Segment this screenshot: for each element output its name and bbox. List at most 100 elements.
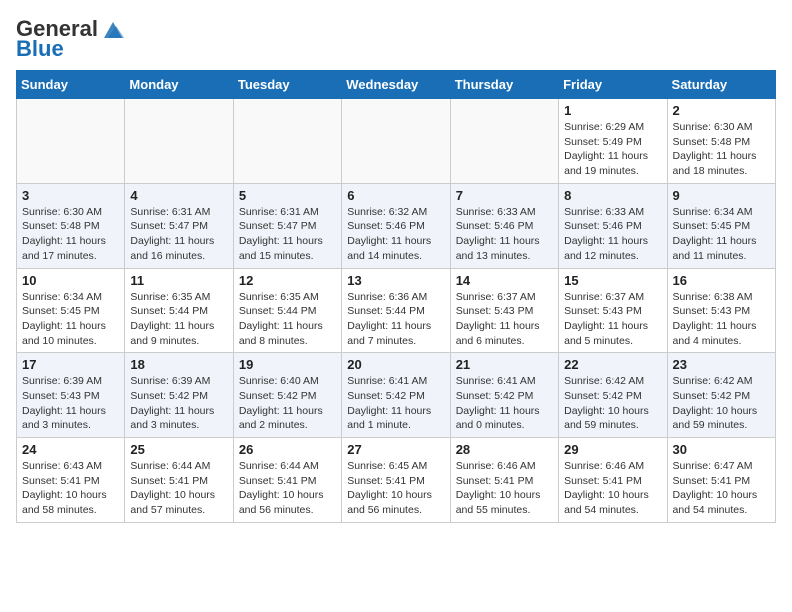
day-info: Sunrise: 6:33 AMSunset: 5:46 PMDaylight:… [456,205,553,264]
day-header-sunday: Sunday [17,71,125,99]
calendar-week-row: 17 Sunrise: 6:39 AMSunset: 5:43 PMDayligh… [17,353,776,438]
day-info: Sunrise: 6:36 AMSunset: 5:44 PMDaylight:… [347,290,444,349]
day-number: 8 [564,188,661,203]
calendar-cell: 2 Sunrise: 6:30 AMSunset: 5:48 PMDaylight… [667,99,775,184]
day-info: Sunrise: 6:34 AMSunset: 5:45 PMDaylight:… [673,205,770,264]
calendar-cell: 28Sunrise: 6:46 AMSunset: 5:41 PMDayligh… [450,438,558,523]
calendar-cell [450,99,558,184]
day-number: 1 [564,103,661,118]
calendar-cell: 6 Sunrise: 6:32 AMSunset: 5:46 PMDaylight… [342,183,450,268]
calendar-cell: 15Sunrise: 6:37 AMSunset: 5:43 PMDayligh… [559,268,667,353]
calendar-cell: 20 Sunrise: 6:41 AMSunset: 5:42 PMDayligh… [342,353,450,438]
calendar-cell: 30 Sunrise: 6:47 AMSunset: 5:41 PMDayligh… [667,438,775,523]
day-number: 10 [22,273,119,288]
day-info: Sunrise: 6:29 AMSunset: 5:49 PMDaylight:… [564,120,661,179]
day-info: Sunrise: 6:47 AMSunset: 5:41 PMDaylight:… [673,459,770,518]
logo-blue-text: Blue [16,36,64,62]
calendar-cell: 23 Sunrise: 6:42 AMSunset: 5:42 PMDayligh… [667,353,775,438]
day-number: 18 [130,357,227,372]
day-number: 4 [130,188,227,203]
day-number: 16 [673,273,770,288]
day-info: Sunrise: 6:33 AMSunset: 5:46 PMDaylight:… [564,205,661,264]
day-number: 21 [456,357,553,372]
day-header-monday: Monday [125,71,233,99]
day-info: Sunrise: 6:43 AMSunset: 5:41 PMDaylight:… [22,459,119,518]
day-info: Sunrise: 6:41 AMSunset: 5:42 PMDaylight:… [347,374,444,433]
calendar-cell: 8 Sunrise: 6:33 AMSunset: 5:46 PMDaylight… [559,183,667,268]
day-number: 13 [347,273,444,288]
calendar-cell: 25Sunrise: 6:44 AMSunset: 5:41 PMDayligh… [125,438,233,523]
day-info: Sunrise: 6:44 AMSunset: 5:41 PMDaylight:… [239,459,336,518]
calendar-cell: 4Sunrise: 6:31 AMSunset: 5:47 PMDaylight… [125,183,233,268]
logo-icon [102,20,124,40]
day-number: 25 [130,442,227,457]
day-header-wednesday: Wednesday [342,71,450,99]
calendar-cell: 1 Sunrise: 6:29 AMSunset: 5:49 PMDaylight… [559,99,667,184]
day-number: 23 [673,357,770,372]
logo: General Blue [16,16,124,62]
day-number: 20 [347,357,444,372]
calendar-cell [17,99,125,184]
day-header-thursday: Thursday [450,71,558,99]
calendar-cell: 13 Sunrise: 6:36 AMSunset: 5:44 PMDayligh… [342,268,450,353]
calendar-week-row: 3 Sunrise: 6:30 AMSunset: 5:48 PMDaylight… [17,183,776,268]
calendar-header-row: SundayMondayTuesdayWednesdayThursdayFrid… [17,71,776,99]
calendar-week-row: 10 Sunrise: 6:34 AMSunset: 5:45 PMDayligh… [17,268,776,353]
day-info: Sunrise: 6:30 AMSunset: 5:48 PMDaylight:… [22,205,119,264]
day-header-saturday: Saturday [667,71,775,99]
day-number: 7 [456,188,553,203]
day-number: 22 [564,357,661,372]
day-number: 14 [456,273,553,288]
day-number: 12 [239,273,336,288]
day-number: 24 [22,442,119,457]
calendar-cell: 27 Sunrise: 6:45 AMSunset: 5:41 PMDayligh… [342,438,450,523]
calendar-cell [125,99,233,184]
calendar-cell: 10 Sunrise: 6:34 AMSunset: 5:45 PMDayligh… [17,268,125,353]
calendar-cell: 21Sunrise: 6:41 AMSunset: 5:42 PMDayligh… [450,353,558,438]
day-info: Sunrise: 6:42 AMSunset: 5:42 PMDaylight:… [673,374,770,433]
calendar-cell [233,99,341,184]
calendar-cell: 17 Sunrise: 6:39 AMSunset: 5:43 PMDayligh… [17,353,125,438]
day-info: Sunrise: 6:35 AMSunset: 5:44 PMDaylight:… [130,290,227,349]
day-info: Sunrise: 6:37 AMSunset: 5:43 PMDaylight:… [456,290,553,349]
day-info: Sunrise: 6:42 AMSunset: 5:42 PMDaylight:… [564,374,661,433]
day-info: Sunrise: 6:30 AMSunset: 5:48 PMDaylight:… [673,120,770,179]
day-number: 15 [564,273,661,288]
day-info: Sunrise: 6:34 AMSunset: 5:45 PMDaylight:… [22,290,119,349]
day-number: 11 [130,273,227,288]
day-info: Sunrise: 6:45 AMSunset: 5:41 PMDaylight:… [347,459,444,518]
calendar-cell: 26 Sunrise: 6:44 AMSunset: 5:41 PMDayligh… [233,438,341,523]
day-header-tuesday: Tuesday [233,71,341,99]
calendar-cell: 18Sunrise: 6:39 AMSunset: 5:42 PMDayligh… [125,353,233,438]
calendar-cell: 9 Sunrise: 6:34 AMSunset: 5:45 PMDaylight… [667,183,775,268]
day-info: Sunrise: 6:31 AMSunset: 5:47 PMDaylight:… [239,205,336,264]
day-number: 29 [564,442,661,457]
calendar-cell: 16 Sunrise: 6:38 AMSunset: 5:43 PMDayligh… [667,268,775,353]
day-header-friday: Friday [559,71,667,99]
calendar-cell: 24 Sunrise: 6:43 AMSunset: 5:41 PMDayligh… [17,438,125,523]
day-number: 17 [22,357,119,372]
calendar-cell: 29 Sunrise: 6:46 AMSunset: 5:41 PMDayligh… [559,438,667,523]
day-number: 9 [673,188,770,203]
day-info: Sunrise: 6:46 AMSunset: 5:41 PMDaylight:… [456,459,553,518]
day-number: 27 [347,442,444,457]
day-info: Sunrise: 6:32 AMSunset: 5:46 PMDaylight:… [347,205,444,264]
calendar-cell [342,99,450,184]
day-number: 2 [673,103,770,118]
calendar-cell: 19Sunrise: 6:40 AMSunset: 5:42 PMDayligh… [233,353,341,438]
calendar-cell: 12 Sunrise: 6:35 AMSunset: 5:44 PMDayligh… [233,268,341,353]
calendar-cell: 22 Sunrise: 6:42 AMSunset: 5:42 PMDayligh… [559,353,667,438]
day-number: 6 [347,188,444,203]
day-info: Sunrise: 6:38 AMSunset: 5:43 PMDaylight:… [673,290,770,349]
day-info: Sunrise: 6:39 AMSunset: 5:43 PMDaylight:… [22,374,119,433]
day-number: 3 [22,188,119,203]
day-info: Sunrise: 6:46 AMSunset: 5:41 PMDaylight:… [564,459,661,518]
day-number: 19 [239,357,336,372]
page-header: General Blue [16,16,776,62]
day-number: 30 [673,442,770,457]
day-info: Sunrise: 6:35 AMSunset: 5:44 PMDaylight:… [239,290,336,349]
day-number: 26 [239,442,336,457]
calendar-cell: 3 Sunrise: 6:30 AMSunset: 5:48 PMDaylight… [17,183,125,268]
calendar-table: SundayMondayTuesdayWednesdayThursdayFrid… [16,70,776,523]
calendar-cell: 11 Sunrise: 6:35 AMSunset: 5:44 PMDayligh… [125,268,233,353]
